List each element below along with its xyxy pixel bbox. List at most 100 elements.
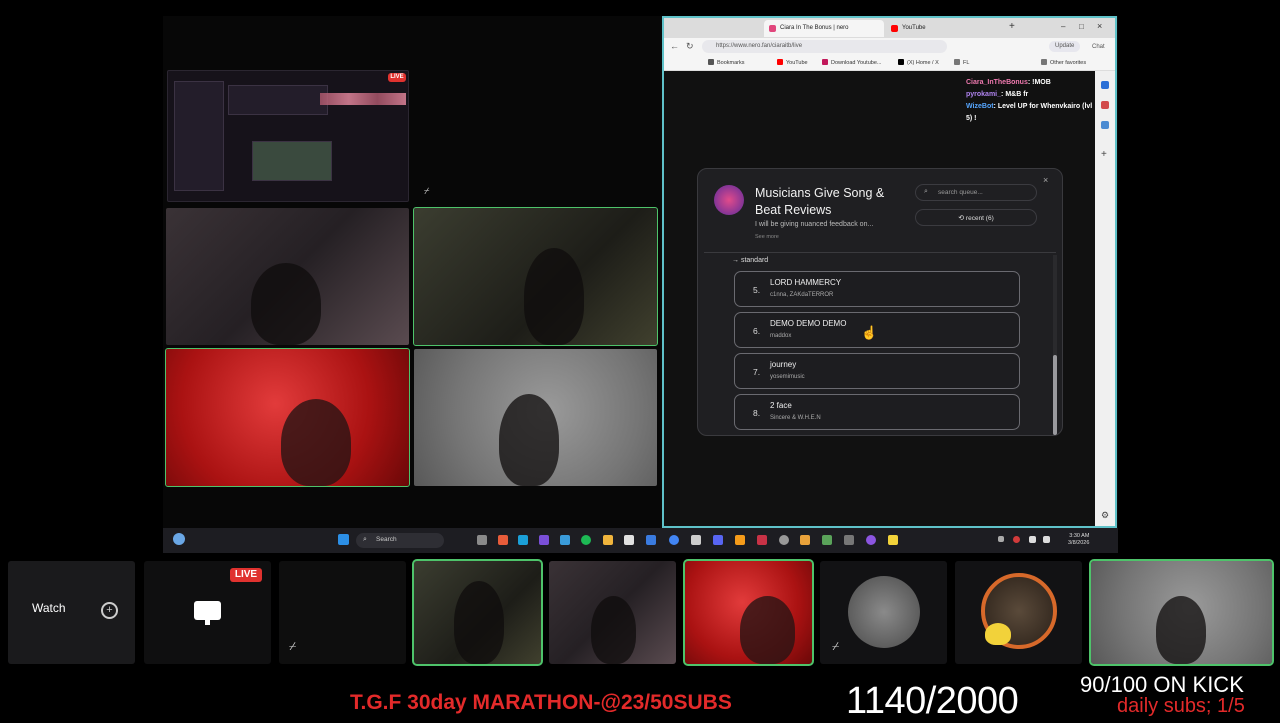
taskbar-clock[interactable]: 3:30 AM 3/8/2026: [1068, 533, 1089, 547]
see-more-link[interactable]: See more: [755, 234, 779, 240]
tray-icon[interactable]: [1013, 536, 1020, 543]
sub-counter: 1140/2000: [846, 680, 1019, 722]
settings-icon[interactable]: ⚙: [1101, 511, 1109, 520]
queue-search-input[interactable]: ⌕ search queue...: [915, 184, 1037, 201]
song-artist: c1nna, ZAKdaTERROR: [770, 292, 834, 298]
shared-screen: LIVE ⌿ Ciara In The Bonus | nero YouTube: [163, 16, 1118, 553]
windows-start-icon[interactable]: [338, 534, 349, 545]
task-view-icon[interactable]: [477, 535, 487, 545]
bookmark-download-youtube[interactable]: Download Youtube...: [822, 59, 881, 66]
taskbar-search[interactable]: ⌕ Search: [356, 533, 444, 548]
file-icon[interactable]: [624, 535, 634, 545]
participant-tile[interactable]: [1089, 559, 1274, 666]
back-icon[interactable]: ←: [670, 40, 679, 53]
weather-icon[interactable]: [173, 533, 185, 545]
tab-youtube[interactable]: YouTube: [886, 20, 996, 37]
participant-video-4[interactable]: [414, 349, 657, 486]
search-sidebar-icon[interactable]: [1101, 81, 1109, 89]
queue-item[interactable]: 8. 2 face Sincere & W.H.E.N: [734, 394, 1020, 430]
new-tab-button[interactable]: +: [1009, 20, 1015, 33]
bookmark-fl[interactable]: FL: [954, 59, 969, 66]
participant-tile[interactable]: [549, 561, 676, 664]
mic-muted-icon: ⌿: [289, 639, 297, 653]
screenshare-tile[interactable]: LIVE: [144, 561, 271, 664]
tools-sidebar-icon[interactable]: [1101, 101, 1109, 109]
spotify-icon[interactable]: [581, 535, 591, 545]
call-grid: LIVE ⌿: [163, 16, 660, 528]
close-window-button[interactable]: ×: [1097, 20, 1102, 33]
participant-figure: [591, 596, 636, 664]
participant-tile[interactable]: ⌿: [820, 561, 947, 664]
minimize-button[interactable]: –: [1061, 20, 1065, 33]
wifi-icon[interactable]: [1029, 536, 1036, 543]
participant-tile[interactable]: [412, 559, 543, 666]
queue-item[interactable]: 5. LORD HAMMERCY c1nna, ZAKdaTERROR: [734, 271, 1020, 307]
queue-number: 7.: [753, 367, 761, 377]
bookmarks-bar: Bookmarks YouTube Download Youtube... (X…: [664, 56, 1115, 71]
address-bar[interactable]: https://www.nero.fan/ciaraitb/live: [702, 40, 947, 53]
participant-tile[interactable]: [683, 559, 814, 666]
app-icon[interactable]: [822, 535, 832, 545]
bookmark-bookmarks[interactable]: Bookmarks: [708, 59, 745, 66]
queue-number: 6.: [753, 326, 761, 336]
youtube-icon: [777, 59, 783, 65]
daw-screenshare-tile[interactable]: LIVE: [167, 70, 409, 202]
volume-icon[interactable]: [1043, 536, 1050, 543]
participant-video-2[interactable]: [413, 207, 658, 346]
app-icon[interactable]: [539, 535, 549, 545]
scrollbar-thumb[interactable]: [1053, 355, 1057, 435]
chat-button[interactable]: Chat: [1092, 41, 1105, 54]
maximize-button[interactable]: □: [1079, 20, 1084, 33]
bookmark-x[interactable]: (X) Home / X: [898, 59, 939, 66]
app-icon[interactable]: [735, 535, 745, 545]
participant-tile[interactable]: ⌿: [279, 561, 406, 664]
media-icon[interactable]: [779, 535, 789, 545]
watch-button[interactable]: Watch: [32, 601, 66, 615]
search-icon: ⌕: [924, 188, 928, 195]
discord-icon[interactable]: [713, 535, 723, 545]
participant-video-1[interactable]: [166, 208, 409, 345]
update-button[interactable]: Update: [1049, 41, 1081, 52]
app-icon[interactable]: [560, 535, 570, 545]
tray-chevron-icon[interactable]: [998, 536, 1004, 542]
recent-button[interactable]: ⟲ recent (6): [915, 209, 1037, 226]
apps-sidebar-icon[interactable]: [1101, 121, 1109, 129]
search-icon: ⌕: [363, 536, 367, 543]
nero-page: Ciara_InTheBonus: !MOB pyrokami_: M&B fr…: [664, 71, 1095, 526]
folder-icon[interactable]: [603, 535, 613, 545]
bookmark-youtube[interactable]: YouTube: [777, 59, 808, 66]
song-artist: yosemimusic: [770, 374, 805, 380]
queue-item[interactable]: 6. DEMO DEMO DEMO maddox ☝: [734, 312, 1020, 348]
refresh-icon[interactable]: ↻: [686, 40, 694, 53]
close-icon[interactable]: ×: [1043, 175, 1048, 185]
participant-video-3[interactable]: [165, 348, 410, 487]
queue-item[interactable]: 7. journey yosemimusic: [734, 353, 1020, 389]
live-badge: LIVE: [230, 568, 262, 582]
adobe-icon[interactable]: [757, 535, 767, 545]
app-icon[interactable]: [498, 535, 508, 545]
queue-scrollbar[interactable]: [1053, 255, 1057, 435]
queue-tier-label: → standard: [732, 257, 769, 264]
folder-icon: [954, 59, 960, 65]
sticky-notes-icon[interactable]: [888, 535, 898, 545]
store-icon[interactable]: [646, 535, 656, 545]
app-icon[interactable]: [800, 535, 810, 545]
tab-nero[interactable]: Ciara In The Bonus | nero: [764, 20, 884, 37]
duck-icon: [985, 623, 1011, 645]
marathon-banner: T.G.F 30day MARATHON-@23/50SUBS: [350, 691, 732, 714]
youtube-favicon-icon: [891, 25, 898, 32]
queue-number: 5.: [753, 285, 761, 295]
participant-tile[interactable]: [955, 561, 1082, 664]
add-sidebar-icon[interactable]: +: [1101, 150, 1109, 160]
edge-icon[interactable]: [518, 535, 528, 545]
live-badge: LIVE: [388, 73, 406, 82]
app-icon[interactable]: [691, 535, 701, 545]
watch-tile: Watch +: [8, 561, 135, 664]
participant-figure: [454, 581, 504, 664]
add-watch-icon[interactable]: +: [101, 602, 118, 619]
chrome-icon[interactable]: [669, 535, 679, 545]
song-title: LORD HAMMERCY: [770, 278, 842, 287]
bookmark-other[interactable]: Other favorites: [1041, 59, 1086, 66]
app-icon[interactable]: [844, 535, 854, 545]
app-icon[interactable]: [866, 535, 876, 545]
